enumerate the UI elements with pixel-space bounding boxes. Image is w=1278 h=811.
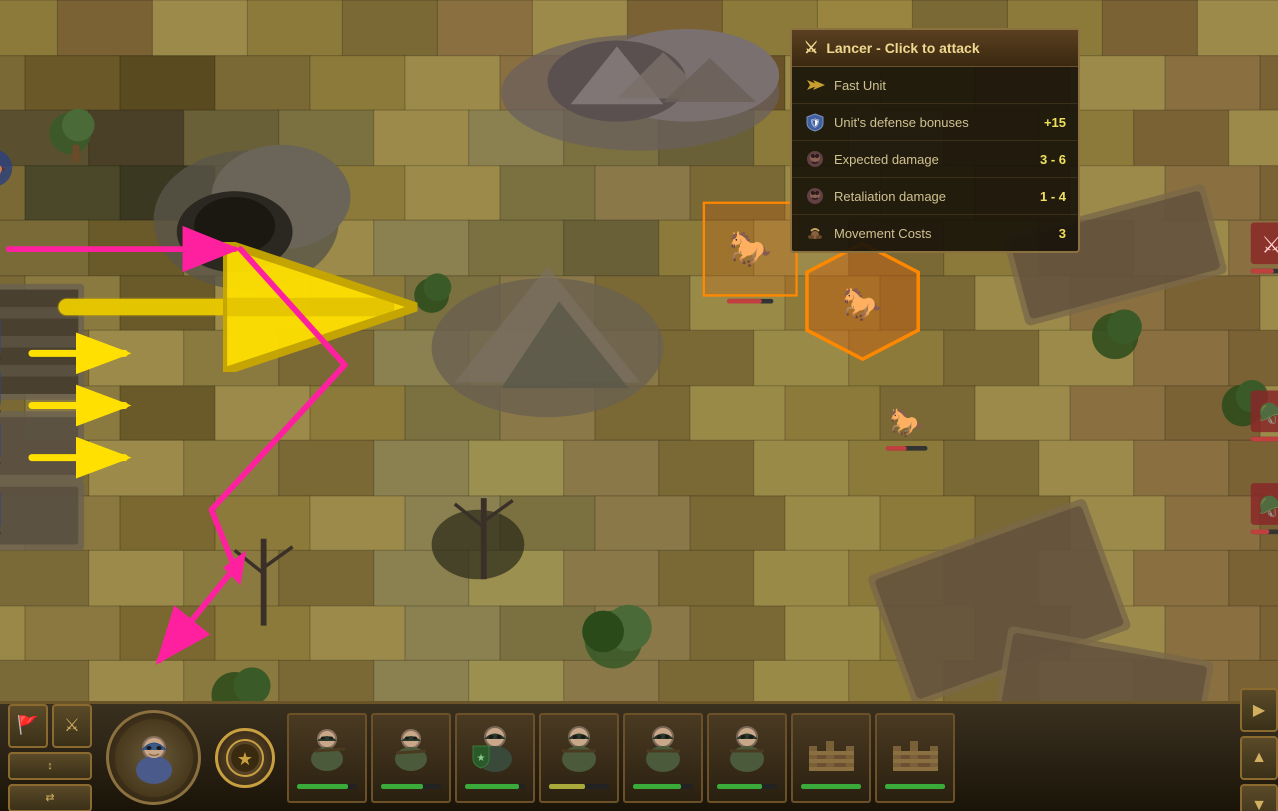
unit-figure-4 — [552, 721, 607, 782]
unit-health-1 — [297, 784, 357, 789]
movement-label: Movement Costs — [834, 226, 1051, 241]
svg-text:🪖: 🪖 — [1259, 494, 1278, 518]
movement-icon — [804, 222, 826, 244]
unit-health-8 — [885, 784, 945, 789]
hud-right-controls: ▶ ▲ ▼ — [1232, 680, 1278, 811]
hero-image — [115, 719, 193, 797]
end-turn-button[interactable]: ↕ — [8, 752, 92, 780]
tooltip-row-movement: Movement Costs 3 — [792, 215, 1078, 251]
tooltip-row-defense: 🛡 Unit's defense bonuses +15 — [792, 104, 1078, 141]
hero-portrait[interactable] — [106, 710, 201, 805]
end-turn-label: ↕ — [47, 760, 53, 772]
fast-unit-label: Fast Unit — [834, 78, 1066, 93]
game-map[interactable]: 🏇 ⚔ 🪖 🪖 🪖 🪖 — [0, 0, 1278, 811]
settings-button[interactable]: ⇄ — [8, 784, 92, 811]
unit-slot-5[interactable] — [623, 713, 703, 803]
unit-slot-7[interactable] — [791, 713, 871, 803]
unit-slot-1[interactable] — [287, 713, 367, 803]
unit-figure-8 — [888, 721, 943, 782]
unit-tooltip: ⚔ Lancer - Click to attack Fast Unit 🛡 — [790, 28, 1080, 253]
unit-figure-2 — [384, 721, 439, 782]
unit-health-7 — [801, 784, 861, 789]
tooltip-row-fast-unit: Fast Unit — [792, 67, 1078, 104]
svg-text:🐎: 🐎 — [889, 407, 924, 438]
unit-health-5 — [633, 784, 693, 789]
unit-figure-5 — [636, 721, 691, 782]
retaliation-icon — [804, 185, 826, 207]
hud-units-container: ★ — [283, 709, 1232, 807]
defense-value: +15 — [1044, 115, 1066, 130]
unit-health-2 — [381, 784, 441, 789]
svg-text:★: ★ — [237, 749, 253, 769]
svg-text:🐎: 🐎 — [729, 230, 772, 269]
unit-slot-3[interactable]: ★ — [455, 713, 535, 803]
svg-text:⚔: ⚔ — [1261, 232, 1278, 258]
unit-slot-4[interactable] — [539, 713, 619, 803]
bottom-hud: 🚩 ⚔ ↕ ⇄ — [0, 701, 1278, 811]
unit-slot-2[interactable] — [371, 713, 451, 803]
sword-button[interactable]: ⚔ — [52, 704, 92, 748]
unit-health-6 — [717, 784, 777, 789]
svg-text:🛡: 🛡 — [809, 118, 820, 128]
scroll-up-button[interactable]: ▲ — [1240, 736, 1278, 780]
hud-left-controls: 🚩 ⚔ ↕ ⇄ — [0, 696, 100, 811]
damage-label: Expected damage — [834, 152, 1032, 167]
unit-health-3 — [465, 784, 525, 789]
defense-label: Unit's defense bonuses — [834, 115, 1036, 130]
fast-unit-icon — [804, 74, 826, 96]
retaliation-value: 1 - 4 — [1040, 189, 1066, 204]
game-canvas: 🏇 ⚔ 🪖 🪖 🪖 🪖 — [0, 0, 1278, 811]
damage-icon — [804, 148, 826, 170]
scroll-right-button[interactable]: ▶ — [1240, 688, 1278, 732]
scroll-down-button[interactable]: ▼ — [1240, 784, 1278, 811]
unit-health-4 — [549, 784, 609, 789]
defense-icon: 🛡 — [804, 111, 826, 133]
tooltip-row-retaliation: Retaliation damage 1 - 4 — [792, 178, 1078, 215]
damage-value: 3 - 6 — [1040, 152, 1066, 167]
flag-button[interactable]: 🚩 — [8, 704, 48, 748]
svg-text:🐎: 🐎 — [842, 286, 882, 322]
unit-slot-8[interactable] — [875, 713, 955, 803]
tooltip-header[interactable]: ⚔ Lancer - Click to attack — [792, 30, 1078, 67]
svg-text:🪖: 🪖 — [1259, 402, 1278, 426]
svg-text:★: ★ — [476, 753, 485, 764]
unit-slot-6[interactable] — [707, 713, 787, 803]
svg-text:🏇: 🏇 — [0, 156, 7, 180]
unit-figure-6 — [720, 721, 775, 782]
tooltip-row-damage: Expected damage 3 - 6 — [792, 141, 1078, 178]
retaliation-label: Retaliation damage — [834, 189, 1032, 204]
settings-label: ⇄ — [45, 791, 54, 804]
tooltip-header-icon: ⚔ — [804, 38, 818, 58]
tooltip-title: Lancer - Click to attack — [826, 40, 979, 56]
unit-figure-1 — [300, 721, 355, 782]
unit-figure-7 — [804, 721, 859, 782]
unit-figure-3: ★ — [468, 721, 523, 782]
movement-value: 3 — [1059, 226, 1066, 241]
hud-medallion: ★ — [215, 728, 275, 788]
